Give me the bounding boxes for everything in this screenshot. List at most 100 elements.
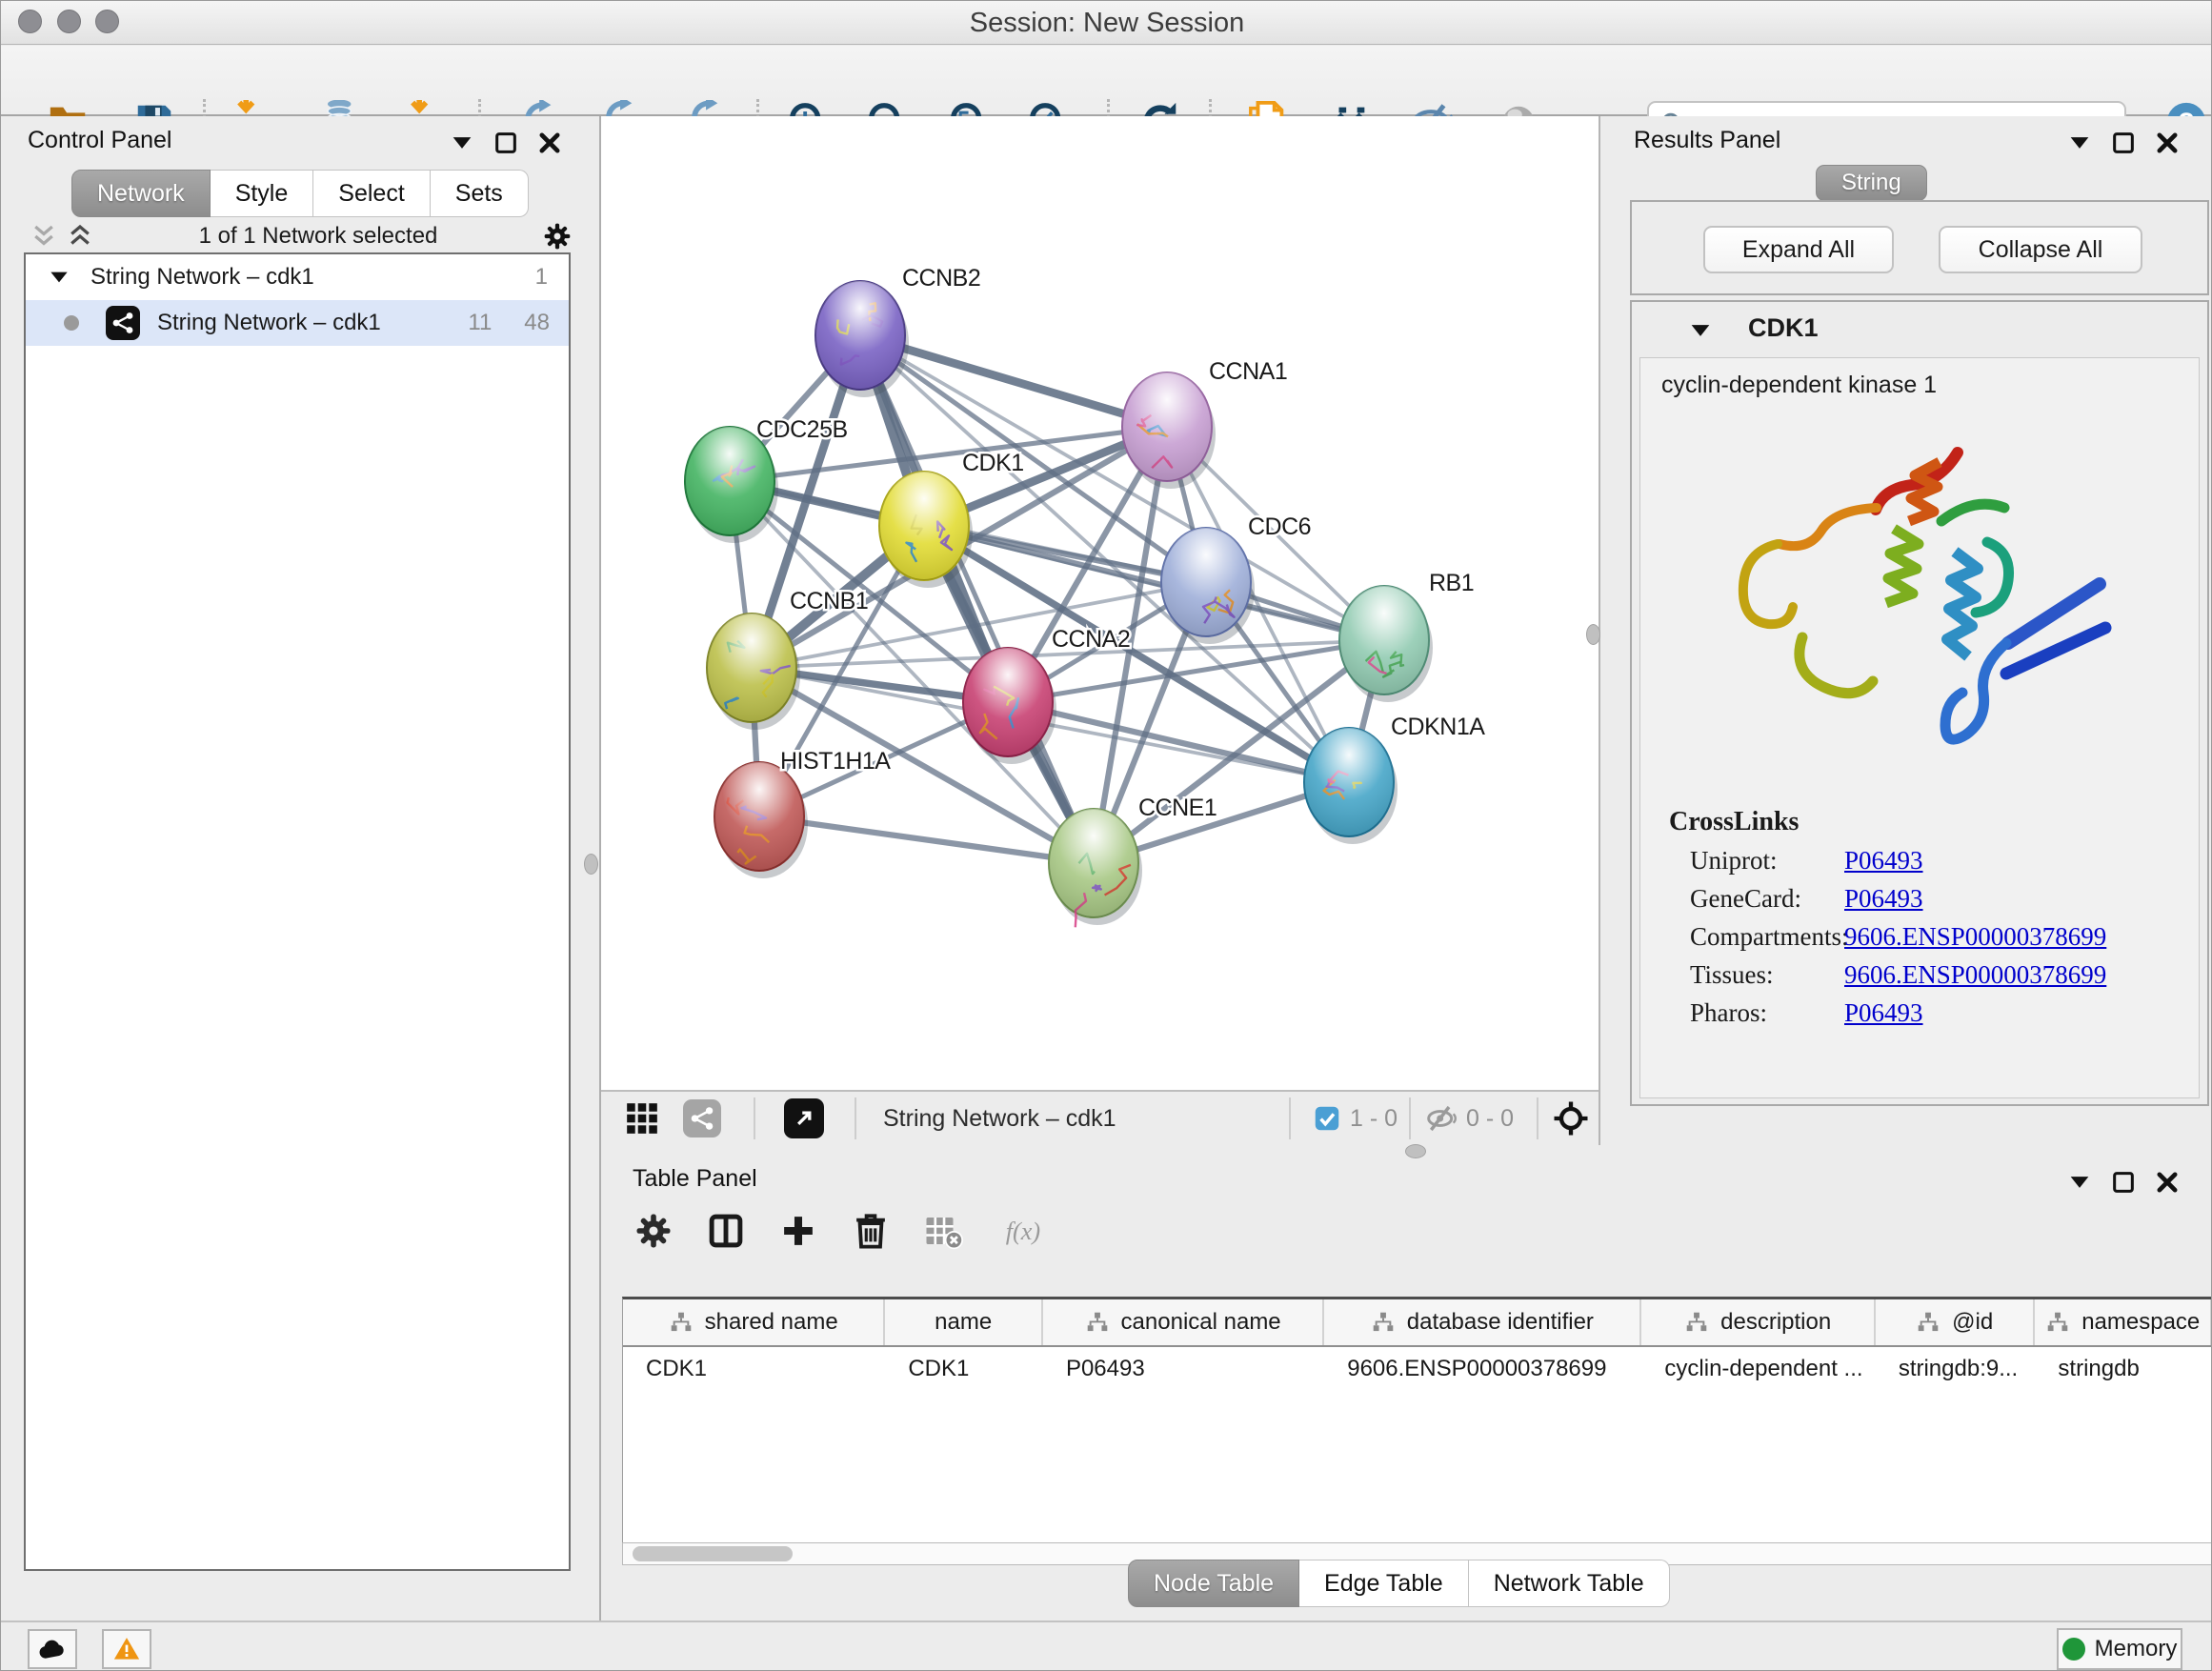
status-bar: Memory (1, 1621, 2212, 1671)
collection-label: String Network – cdk1 (90, 264, 314, 291)
network-view-toolbar: String Network – cdk1 1 - 0 0 - 0 (601, 1090, 1599, 1145)
node-CDKN1A[interactable]: CDKN1A (1304, 714, 1485, 844)
delete-column-icon[interactable] (851, 1211, 891, 1251)
network-type-button[interactable] (683, 1092, 721, 1145)
crosslink-value[interactable]: P06493 (1844, 998, 1923, 1028)
fit-content-button[interactable] (1552, 1092, 1590, 1145)
network-dot-icon (64, 315, 79, 331)
gear-icon[interactable] (542, 221, 573, 252)
panel-float-icon[interactable] (2066, 130, 2093, 156)
tab-string[interactable]: String (1816, 165, 1927, 201)
node-CDC6[interactable]: CDC6 (1161, 513, 1311, 644)
column-header-name[interactable]: name (885, 1299, 1043, 1345)
tab-select[interactable]: Select (313, 170, 430, 217)
memory-label: Memory (2095, 1636, 2178, 1662)
bottom-splitter-handle[interactable] (1405, 1144, 1426, 1158)
tab-edge-table[interactable]: Edge Table (1299, 1560, 1469, 1607)
node-label-HIST1H1A: HIST1H1A (780, 748, 891, 775)
table-gear-icon[interactable] (633, 1211, 674, 1251)
memory-button[interactable]: Memory (2057, 1628, 2182, 1670)
right-splitter-handle[interactable] (1586, 624, 1600, 645)
tab-node-table[interactable]: Node Table (1128, 1560, 1299, 1607)
panel-close-icon[interactable] (2154, 130, 2181, 156)
show-columns-icon[interactable] (706, 1211, 746, 1251)
node-HIST1H1A[interactable]: HIST1H1A (714, 748, 891, 878)
collapse-all-icon[interactable] (30, 222, 58, 251)
node-label-CCNE1: CCNE1 (1138, 795, 1217, 821)
tab-network[interactable]: Network (71, 170, 211, 217)
results-panel-title: Results Panel (1634, 127, 1780, 154)
column-header-canonical-name[interactable]: canonical name (1043, 1299, 1324, 1345)
left-splitter-handle[interactable] (584, 854, 598, 875)
node-RB1[interactable]: RB1 (1339, 570, 1474, 702)
delete-table-icon (923, 1211, 963, 1251)
tree-icon (1916, 1310, 1941, 1335)
crosslink-row: GeneCard:P06493 (1690, 884, 2199, 914)
birdseye-toggle-button[interactable] (624, 1092, 660, 1145)
tab-sets[interactable]: Sets (431, 170, 529, 217)
node-CCNE1[interactable]: CCNE1 (1049, 795, 1217, 927)
network-list: String Network – cdk1 1 String Network –… (24, 252, 571, 1571)
network-selection-status: 1 of 1 Network selected (94, 223, 542, 250)
panel-close-icon[interactable] (536, 130, 563, 156)
node-table: shared namenamecanonical namedatabase id… (622, 1297, 2212, 1542)
crosslink-value[interactable]: P06493 (1844, 884, 1923, 914)
collection-expander-icon[interactable] (47, 265, 71, 290)
share-icon (683, 1099, 721, 1137)
tab-network-table[interactable]: Network Table (1469, 1560, 1670, 1607)
table-cell: stringdb:9... (1876, 1347, 2036, 1391)
crosslink-label: Compartments: (1690, 922, 1844, 952)
table-row[interactable]: CDK1CDK1P064939606.ENSP00000378699cyclin… (623, 1347, 2212, 1391)
selected-counter: 1 - 0 (1350, 1105, 1398, 1133)
column-header--id[interactable]: @id (1876, 1299, 2036, 1345)
network-row[interactable]: String Network – cdk1 11 48 (26, 300, 569, 346)
node-CDC25B[interactable]: CDC25B (685, 416, 848, 543)
crosslink-row: Compartments:9606.ENSP00000378699 (1690, 922, 2199, 952)
crosslink-value[interactable]: 9606.ENSP00000378699 (1844, 960, 2106, 990)
tab-style[interactable]: Style (211, 170, 314, 217)
panel-undock-icon[interactable] (2110, 1169, 2137, 1196)
column-header-description[interactable]: description (1641, 1299, 1875, 1345)
column-header-database-identifier[interactable]: database identifier (1324, 1299, 1641, 1345)
crosslink-value[interactable]: 9606.ENSP00000378699 (1844, 922, 2106, 952)
node-CCNA1[interactable]: CCNA1 (1122, 358, 1287, 489)
section-expander-icon[interactable] (1687, 317, 1714, 344)
control-panel-tabs: NetworkStyleSelectSets (71, 170, 529, 217)
tree-icon (2045, 1310, 2070, 1335)
separator (1537, 1097, 1538, 1139)
node-label-CDC6: CDC6 (1248, 513, 1311, 540)
gene-section: CDK1 cyclin-dependent kinase 1 (1630, 300, 2209, 1106)
panel-close-icon[interactable] (2154, 1169, 2181, 1196)
node-CCNB2[interactable]: CCNB2 (815, 265, 980, 397)
separator (754, 1097, 755, 1139)
collapse-all-button[interactable]: Collapse All (1939, 226, 2142, 273)
results-panel: Results Panel String Expand All Collapse… (1599, 116, 2212, 1145)
panel-float-icon[interactable] (2066, 1169, 2093, 1196)
protein-structure-image (1715, 416, 2124, 797)
table-cell: 9606.ENSP00000378699 (1324, 1347, 1641, 1391)
crosslink-value[interactable]: P06493 (1844, 846, 1923, 876)
expand-all-button[interactable]: Expand All (1703, 226, 1894, 273)
edge-CCNB2-CCNE1[interactable] (860, 335, 1094, 863)
panel-undock-icon[interactable] (2110, 130, 2137, 156)
open-in-window-button[interactable] (784, 1092, 824, 1145)
edge-HIST1H1A-CCNE1[interactable] (759, 816, 1094, 863)
node-label-CDKN1A: CDKN1A (1391, 714, 1485, 740)
automation-status-button[interactable] (28, 1629, 77, 1669)
node-label-CCNA2: CCNA2 (1052, 626, 1130, 653)
crosshair-icon (1552, 1099, 1590, 1137)
node-CCNB1[interactable]: CCNB1 (707, 588, 868, 730)
warnings-button[interactable] (102, 1629, 151, 1669)
panel-float-icon[interactable] (449, 130, 475, 156)
expand-all-icon[interactable] (66, 222, 94, 251)
column-header-namespace[interactable]: namespace (2035, 1299, 2212, 1345)
gene-name: CDK1 (1748, 313, 1819, 343)
table-cell: P06493 (1043, 1347, 1324, 1391)
network-canvas[interactable]: CCNB2CCNA1CDC25BCDK1CDC6RB1CCNB1CCNA2CDK… (601, 116, 1599, 1090)
network-collection-row[interactable]: String Network – cdk1 1 (26, 254, 569, 300)
add-column-icon[interactable] (778, 1211, 818, 1251)
panel-undock-icon[interactable] (493, 130, 519, 156)
application-window: Session: New Session (0, 0, 2212, 1671)
scrollbar-thumb[interactable] (633, 1546, 793, 1561)
column-header-shared-name[interactable]: shared name (623, 1299, 885, 1345)
